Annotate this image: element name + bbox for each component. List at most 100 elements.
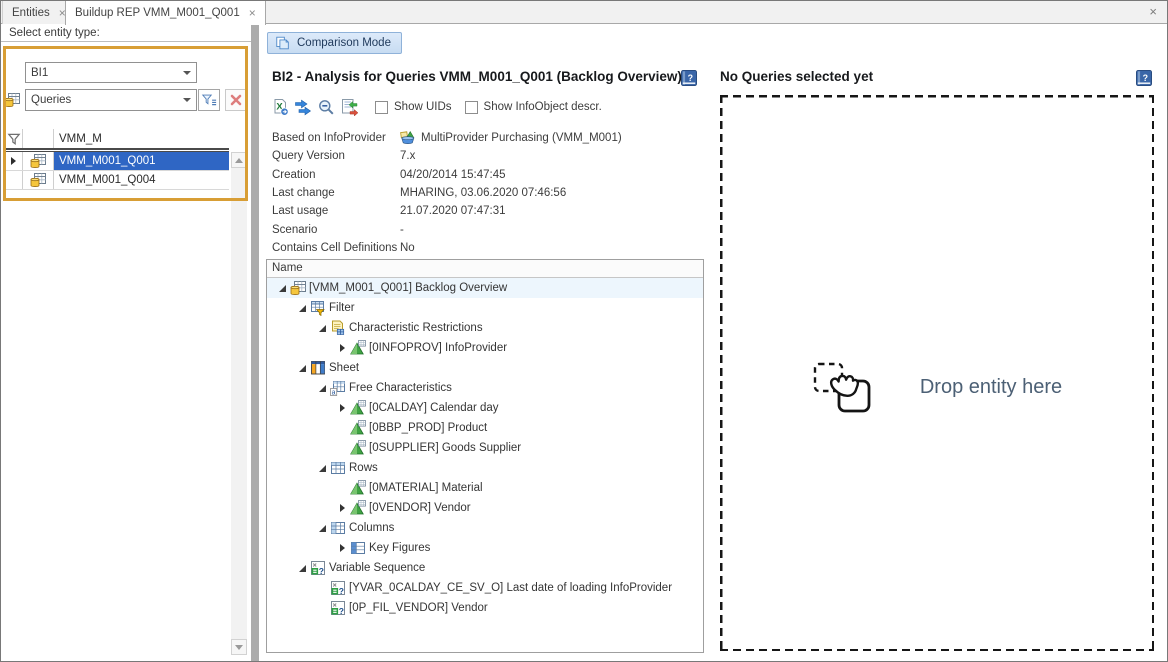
- checkbox-icon[interactable]: [465, 101, 478, 114]
- help-icon[interactable]: ?: [1136, 69, 1152, 85]
- multiprovider-icon: [400, 130, 416, 146]
- tree-label: [0VENDOR] Vendor: [369, 502, 471, 514]
- tab-label: Buildup REP VMM_M001_Q001: [75, 7, 240, 19]
- entity-sidebar: Select entity type: BI1 Queries VMM_M: [1, 25, 251, 661]
- tree-row[interactable]: ? [0P_FIL_VENDOR] Vendor: [267, 598, 703, 618]
- scroll-up-button[interactable]: [231, 152, 247, 168]
- char-restrictions-icon: [330, 320, 346, 336]
- expander-spacer: [335, 421, 349, 435]
- expander-open-icon[interactable]: [275, 281, 289, 295]
- tab-buildup-rep[interactable]: Buildup REP VMM_M001_Q001 ×: [65, 1, 266, 25]
- tree-row[interactable]: a Free Characteristics: [267, 378, 703, 398]
- drop-entity-label: Drop entity here: [920, 376, 1062, 399]
- tree-row[interactable]: [0VENDOR] Vendor: [267, 498, 703, 518]
- property-value: 04/20/2014 15:47:45: [400, 169, 506, 181]
- expander-open-icon[interactable]: [315, 381, 329, 395]
- tree-row[interactable]: Key Figures: [267, 538, 703, 558]
- scroll-down-button[interactable]: [231, 639, 247, 655]
- svg-text:a: a: [332, 389, 336, 396]
- tree-row[interactable]: Filter: [267, 298, 703, 318]
- expander-open-icon[interactable]: [315, 321, 329, 335]
- tree-row[interactable]: Rows: [267, 458, 703, 478]
- expander-open-icon[interactable]: [295, 301, 309, 315]
- funnel-icon: [6, 131, 22, 147]
- tree-row[interactable]: [0SUPPLIER] Goods Supplier: [267, 438, 703, 458]
- expander-open-icon[interactable]: [295, 561, 309, 575]
- tree-label: Free Characteristics: [349, 382, 452, 394]
- expander-closed-icon[interactable]: [335, 501, 349, 515]
- copy-compare-icon[interactable]: [339, 97, 359, 117]
- filter-button[interactable]: [198, 89, 220, 111]
- property-row: Creation04/20/2014 15:47:45: [272, 166, 622, 184]
- analysis-toolbar: X Show UIDs Show InfoObject descr.: [270, 97, 602, 117]
- app-window: Entities × Buildup REP VMM_M001_Q001 × ×…: [0, 0, 1168, 662]
- infoobject-icon: [350, 400, 366, 416]
- tree-label: Key Figures: [369, 542, 430, 554]
- tree-row[interactable]: ?[YVAR_0CALDAY_CE_SV_O] Last date of loa…: [267, 578, 703, 598]
- transfer-arrows-icon[interactable]: [293, 97, 313, 117]
- infoobject-icon: [350, 440, 366, 456]
- property-label: Last change: [272, 187, 400, 199]
- show-uids-checkbox[interactable]: Show UIDs: [375, 101, 452, 114]
- property-row: Contains Cell DefinitionsNo: [272, 239, 622, 257]
- tree-row[interactable]: [0CALDAY] Calendar day: [267, 398, 703, 418]
- checkbox-icon[interactable]: [375, 101, 388, 114]
- expander-closed-icon[interactable]: [335, 541, 349, 555]
- rows-layout-icon: [330, 460, 346, 476]
- entity-type-dropdown-value: Queries: [31, 94, 71, 106]
- key-figures-icon: [350, 540, 366, 556]
- tree-label: [0P_FIL_VENDOR] Vendor: [349, 602, 488, 614]
- expander-open-icon[interactable]: [295, 361, 309, 375]
- drop-panel-title: No Queries selected yet: [720, 69, 873, 84]
- tree-row[interactable]: ?Variable Sequence: [267, 558, 703, 578]
- infoobject-icon: [350, 340, 366, 356]
- show-infoobject-descr-checkbox[interactable]: Show InfoObject descr.: [465, 101, 602, 114]
- expander-spacer: [335, 441, 349, 455]
- property-value: -: [400, 224, 404, 236]
- view-close-icon[interactable]: ×: [1149, 5, 1157, 18]
- row-selector-icon: [11, 157, 16, 165]
- expander-spacer: [335, 481, 349, 495]
- expander-spacer: [315, 581, 329, 595]
- expander-closed-icon[interactable]: [335, 401, 349, 415]
- tree-row[interactable]: Columns: [267, 518, 703, 538]
- query-name: VMM_M001_Q001: [54, 152, 229, 170]
- svg-text:?: ?: [339, 606, 344, 616]
- tab-close-icon[interactable]: ×: [249, 7, 256, 19]
- analysis-panel: Comparison Mode BI2 - Analysis for Queri…: [259, 25, 1167, 661]
- query-list-filter-row[interactable]: VMM_M: [5, 129, 229, 148]
- tree-row[interactable]: [0MATERIAL] Material: [267, 478, 703, 498]
- system-dropdown[interactable]: BI1: [25, 62, 197, 83]
- name-filter-value[interactable]: VMM_M: [54, 129, 229, 148]
- expander-closed-icon[interactable]: [335, 341, 349, 355]
- tree-row[interactable]: [VMM_M001_Q001] Backlog Overview: [267, 278, 703, 298]
- help-icon[interactable]: ?: [681, 69, 697, 85]
- expander-open-icon[interactable]: [315, 461, 329, 475]
- property-row: Based on InfoProviderMultiProvider Purch…: [272, 129, 622, 147]
- query-list-row[interactable]: VMM_M001_Q001: [5, 152, 229, 171]
- infoobject-icon: [350, 480, 366, 496]
- filter-icon-cell: [23, 129, 54, 148]
- entity-drop-zone[interactable]: Drop entity here: [720, 95, 1154, 651]
- panel-splitter[interactable]: [251, 25, 259, 661]
- tree-row[interactable]: [0INFOPROV] InfoProvider: [267, 338, 703, 358]
- expander-open-icon[interactable]: [315, 521, 329, 535]
- comparison-mode-button[interactable]: Comparison Mode: [267, 32, 402, 54]
- tree-row[interactable]: [0BBP_PROD] Product: [267, 418, 703, 438]
- tree-label: Filter: [329, 302, 355, 314]
- tree-label: Rows: [349, 462, 378, 474]
- list-scrollbar[interactable]: [231, 152, 247, 655]
- entity-type-dropdown[interactable]: Queries: [25, 89, 197, 111]
- tree-row[interactable]: Characteristic Restrictions: [267, 318, 703, 338]
- query-list-row[interactable]: VMM_M001_Q004: [5, 171, 229, 190]
- excel-export-icon[interactable]: X: [270, 97, 290, 117]
- free-characteristics-icon: a: [330, 380, 346, 396]
- zoom-out-icon[interactable]: [316, 97, 336, 117]
- tree-label: [0INFOPROV] InfoProvider: [369, 342, 507, 354]
- drag-hand-icon: [812, 357, 876, 418]
- variable-icon: ?: [330, 580, 346, 596]
- clear-filter-button[interactable]: [225, 89, 246, 111]
- property-value: No: [400, 242, 415, 254]
- comparison-mode-label: Comparison Mode: [297, 37, 391, 49]
- tree-row[interactable]: Sheet: [267, 358, 703, 378]
